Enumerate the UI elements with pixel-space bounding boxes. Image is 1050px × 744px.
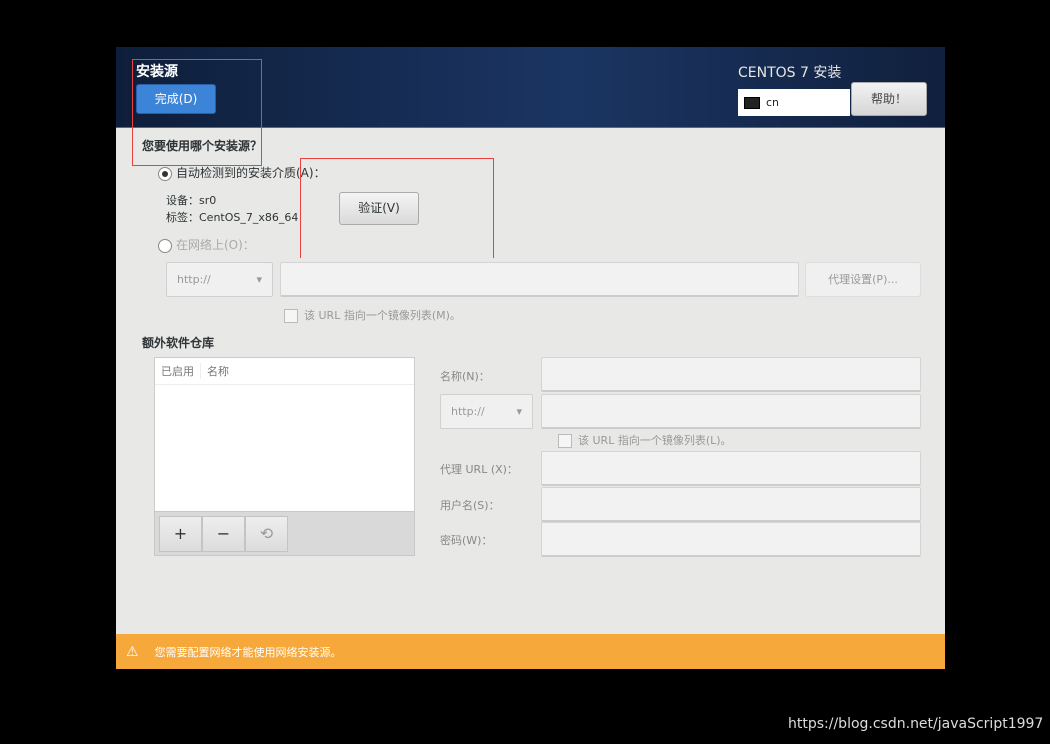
product-title: CENTOS 7 安装 — [738, 65, 842, 81]
protocol-value: http:// — [177, 273, 211, 286]
repo-name-input[interactable] — [541, 357, 921, 392]
installation-source-window: 安装源 完成(D) CENTOS 7 安装 cn 帮助！ 您要使用哪个安装源？ … — [116, 47, 945, 669]
repo-list-header: 已启用 名称 — [155, 358, 414, 385]
proxy-url-label: 代理 URL (X)： — [440, 463, 518, 476]
add-repo-button[interactable]: + — [159, 516, 202, 552]
repo-protocol-value: http:// — [451, 405, 485, 418]
checkbox-icon — [284, 308, 298, 323]
username-input[interactable] — [541, 487, 921, 522]
column-enabled[interactable]: 已启用 — [155, 363, 201, 379]
revert-icon: ⟲ — [259, 524, 274, 543]
chevron-down-icon: ▾ — [516, 405, 522, 418]
auto-detect-radio[interactable]: 自动检测到的安装介质(A)： — [158, 164, 326, 181]
warning-icon: ⚠ — [126, 643, 139, 660]
username-label: 用户名(S)： — [440, 499, 500, 512]
repo-mirrorlist-label: 该 URL 指向一个镜像列表(L)。 — [578, 434, 732, 447]
radio-checked-icon — [158, 166, 172, 181]
chevron-down-icon: ▾ — [256, 273, 262, 286]
network-label: 在网络上(O)： — [176, 238, 255, 252]
page-title: 安装源 — [136, 64, 178, 80]
url-input[interactable] — [280, 262, 799, 297]
repo-url-input[interactable] — [541, 394, 921, 429]
help-button[interactable]: 帮助！ — [851, 82, 927, 116]
repo-protocol-select[interactable]: http:// ▾ — [440, 394, 533, 429]
proxy-settings-button[interactable]: 代理设置(P)... — [805, 262, 921, 297]
remove-repo-button[interactable]: − — [202, 516, 245, 552]
password-label: 密码(W)： — [440, 534, 493, 547]
revert-repo-button[interactable]: ⟲ — [245, 516, 288, 552]
network-radio[interactable]: 在网络上(O)： — [158, 236, 255, 253]
media-info: 设备：sr0 标签：CentOS_7_x86_64 — [166, 192, 298, 226]
warning-bar: ⚠ 您需要配置网络才能使用网络安装源。 — [116, 634, 945, 669]
done-button[interactable]: 完成(D) — [136, 84, 216, 114]
column-name[interactable]: 名称 — [201, 363, 235, 379]
proxy-url-input[interactable] — [541, 451, 921, 486]
keyboard-layout-label: cn — [766, 96, 780, 109]
watermark: https://blog.csdn.net/javaScript1997 — [788, 716, 1044, 732]
source-question: 您要使用哪个安装源？ — [142, 139, 263, 153]
repo-toolbar: + − ⟲ — [154, 511, 415, 556]
extra-repos-title: 额外软件仓库 — [142, 336, 215, 350]
repo-mirrorlist-checkbox[interactable]: 该 URL 指向一个镜像列表(L)。 — [558, 432, 732, 448]
mirrorlist-label: 该 URL 指向一个镜像列表(M)。 — [304, 309, 461, 322]
mirrorlist-checkbox[interactable]: 该 URL 指向一个镜像列表(M)。 — [284, 307, 461, 323]
verify-button[interactable]: 验证(V) — [339, 192, 419, 225]
keyboard-layout-indicator[interactable]: cn — [738, 89, 850, 116]
device-line: 设备：sr0 — [166, 194, 217, 207]
checkbox-icon — [558, 433, 572, 448]
auto-detect-label: 自动检测到的安装介质(A)： — [176, 166, 326, 180]
header-bar: 安装源 完成(D) CENTOS 7 安装 cn 帮助！ — [116, 47, 945, 128]
repo-name-label: 名称(N)： — [440, 370, 490, 383]
label-line: 标签：CentOS_7_x86_64 — [166, 211, 299, 224]
password-input[interactable] — [541, 522, 921, 557]
radio-unchecked-icon — [158, 238, 172, 253]
warning-text: 您需要配置网络才能使用网络安装源。 — [154, 645, 342, 659]
protocol-select[interactable]: http:// ▾ — [166, 262, 273, 297]
keyboard-icon — [744, 96, 760, 109]
